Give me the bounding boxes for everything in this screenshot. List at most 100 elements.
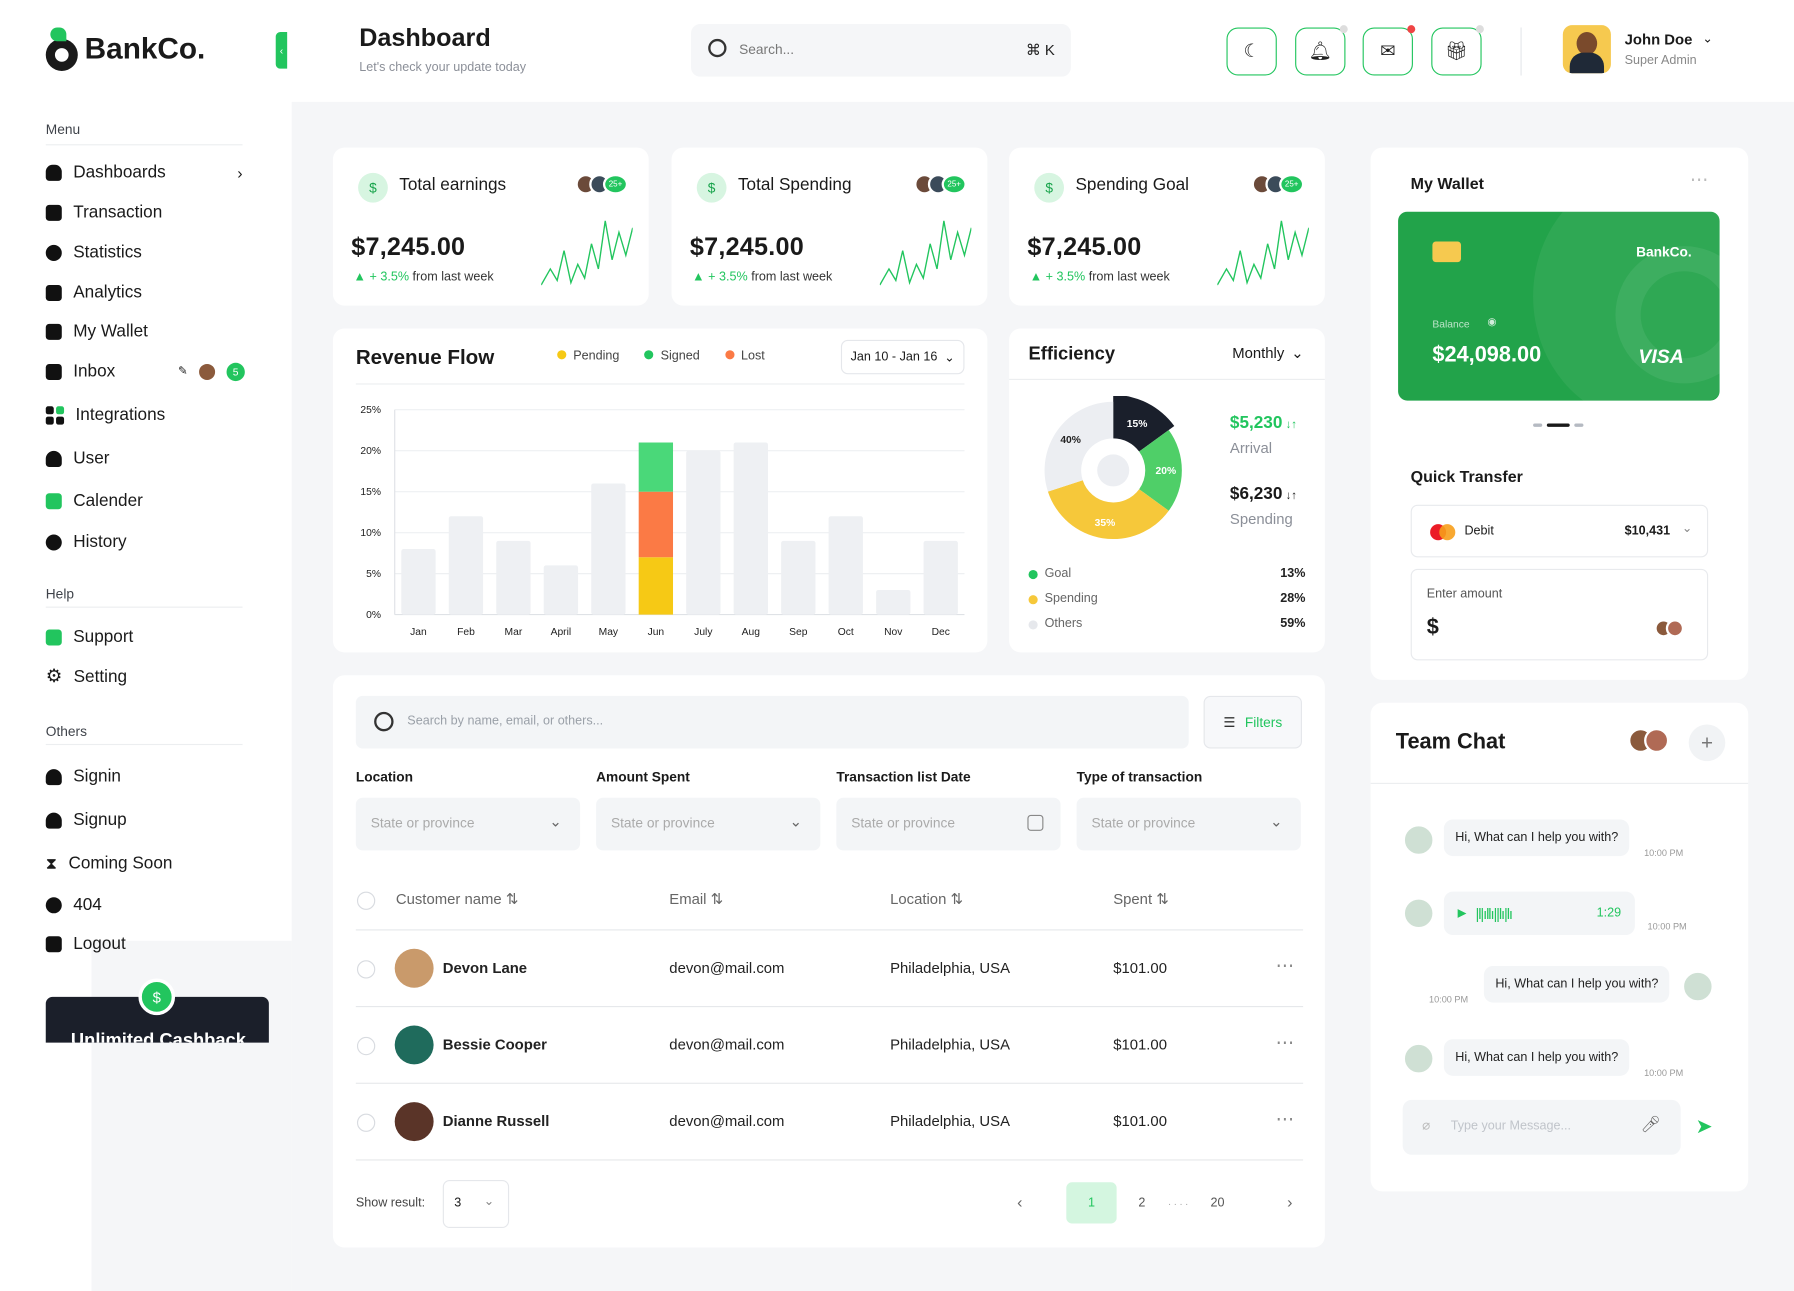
chat-divider	[1370, 782, 1749, 784]
avatar	[394, 948, 434, 988]
customer-name: Devon Lane	[442, 959, 528, 977]
eye-icon[interactable]: ◉	[1487, 316, 1496, 329]
y-tick-label: 10%	[360, 528, 381, 539]
sidebar-item-my-wallet[interactable]: My Wallet	[45, 322, 148, 341]
message-input[interactable]: ⌀ Type your Message... 🎤︎	[1402, 1099, 1681, 1155]
period-select[interactable]: Monthly ⌄	[1232, 344, 1303, 362]
more-icon[interactable]: ⋯	[1276, 1031, 1294, 1054]
row-checkbox[interactable]	[356, 960, 376, 979]
carousel-dots[interactable]	[1533, 423, 1584, 427]
bar-segment-signed	[638, 442, 674, 492]
user-menu[interactable]: John Doe Super Admin ⌄	[1562, 25, 1723, 75]
filter-location-select[interactable]: State or province ⌄	[355, 797, 581, 851]
pencil-icon: ✎	[178, 365, 188, 378]
notifications-button[interactable]: 🔔︎	[1295, 25, 1348, 76]
card-select[interactable]: Debit $10,431 ⌄	[1410, 504, 1709, 558]
filter-type-select[interactable]: State or province ⌄	[1076, 797, 1301, 851]
sidebar-item-inbox[interactable]: Inbox ✎ 5	[45, 362, 245, 381]
prev-page-button[interactable]: ‹	[1017, 1193, 1022, 1211]
stat-card-goal: $ Spending Goal 25+ $7,245.00 ▲ + 3.5% f…	[1009, 147, 1325, 306]
x-tick-label: April	[551, 627, 572, 638]
dark-mode-button[interactable]: ☾	[1226, 27, 1277, 76]
table-search-input[interactable]: Search by name, email, or others...	[355, 695, 1189, 749]
bar	[448, 516, 484, 615]
messages-button[interactable]: ✉	[1362, 25, 1416, 76]
x-tick-label: Jan	[410, 627, 427, 638]
logo-icon	[45, 27, 78, 71]
filter-amount-label: Amount Spent	[596, 769, 690, 786]
sidebar-item-support[interactable]: Support	[45, 627, 133, 647]
notification-dot	[1339, 25, 1348, 34]
send-button[interactable]: ➤	[1696, 1115, 1713, 1139]
page-1-button[interactable]: 1	[1066, 1182, 1117, 1224]
balance-label: Balance	[1432, 318, 1470, 330]
customer-spent: $101.00	[1113, 1035, 1167, 1053]
trend-up-icon: ▲	[692, 270, 705, 284]
sidebar-item-logout[interactable]: Logout	[45, 934, 126, 953]
select-all-checkbox[interactable]	[356, 891, 376, 910]
brand-logo[interactable]: BankCo.	[45, 27, 206, 71]
column-location[interactable]: Location ⇅	[890, 890, 963, 908]
date-range-select[interactable]: Jan 10 - Jan 16 ⌄	[840, 339, 965, 375]
sidebar-item-statistics[interactable]: Statistics	[45, 243, 142, 262]
row-checkbox[interactable]	[356, 1113, 376, 1132]
sidebar-item-setting[interactable]: ⚙ Setting	[46, 667, 127, 686]
sidebar-item-integrations[interactable]: Integrations	[45, 405, 165, 425]
filters-button[interactable]: ☰ Filters	[1203, 695, 1302, 749]
more-icon[interactable]: ⋯	[1690, 168, 1708, 191]
efficiency-donut-chart: 15% 20% 35% 40%	[1044, 395, 1182, 540]
message-time: 10:00 PM	[1428, 994, 1469, 1005]
sparkline	[541, 220, 633, 286]
next-page-button[interactable]: ›	[1287, 1193, 1292, 1211]
column-customer-name[interactable]: Customer name ⇅	[396, 890, 518, 908]
page-subtitle: Let's check your update today	[359, 60, 527, 75]
sidebar-collapse-button[interactable]: ‹	[275, 32, 288, 69]
more-icon[interactable]: ⋯	[1276, 1108, 1294, 1131]
sidebar-item-transaction[interactable]: Transaction	[45, 203, 162, 222]
bank-card[interactable]: BankCo. Balance ◉ $24,098.00 VISA	[1398, 211, 1720, 401]
page-20-button[interactable]: 20	[1210, 1196, 1224, 1210]
amount-input[interactable]: Enter amount $	[1410, 568, 1709, 661]
stat-card-spending: $ Total Spending 25+ $7,245.00 ▲ + 3.5% …	[671, 147, 988, 306]
arrows-icon: ↓↑	[1282, 418, 1298, 432]
page-2-button[interactable]: 2	[1138, 1196, 1145, 1210]
sidebar-item-analytics[interactable]: Analytics	[45, 283, 142, 302]
sidebar-item-user[interactable]: User	[45, 449, 109, 468]
more-icon[interactable]: ⋯	[1276, 955, 1294, 978]
column-email[interactable]: Email ⇅	[669, 890, 723, 908]
column-spent[interactable]: Spent ⇅	[1113, 890, 1169, 908]
sidebar-item-signup[interactable]: Signup	[45, 810, 127, 830]
gear-icon: ⚙	[45, 666, 63, 687]
search-input[interactable]: Search...	[739, 41, 794, 57]
attachment-icon[interactable]: ⌀	[1422, 1117, 1430, 1133]
stat-change: ▲ + 3.5% from last week	[1029, 270, 1170, 284]
search-shortcut: ⌘ K	[1025, 41, 1055, 59]
sidebar-item-calender[interactable]: Calender	[45, 491, 143, 510]
sidebar-item-coming-soon[interactable]: ⧗ Coming Soon	[46, 854, 173, 873]
show-result-select[interactable]: 3 ⌄	[442, 1179, 510, 1229]
search-bar[interactable]: Search... ⌘ K	[691, 24, 1071, 77]
row-checkbox[interactable]	[356, 1036, 376, 1056]
stat-change: ▲ + 3.5% from last week	[353, 270, 494, 284]
inbox-avatar	[199, 363, 216, 380]
sidebar-item-history[interactable]: History	[45, 532, 127, 552]
search-icon	[708, 38, 727, 58]
filter-date-input[interactable]: State or province	[836, 797, 1061, 851]
money-bag-icon: $	[358, 172, 388, 203]
transactions-card: Search by name, email, or others... ☰ Fil…	[332, 675, 1325, 1248]
x-tick-label: Oct	[838, 627, 854, 638]
chat-avatar	[1681, 970, 1714, 1003]
x-tick-label: Dec	[932, 627, 950, 638]
microphone-icon[interactable]: 🎤︎	[1641, 1115, 1661, 1134]
gift-button[interactable]: 🎁︎	[1431, 25, 1484, 76]
user-icon	[45, 768, 62, 785]
sidebar-item-signin[interactable]: Signin	[45, 767, 121, 786]
filter-amount-select[interactable]: State or province ⌄	[596, 797, 821, 851]
voice-message[interactable]: ▶ |l|ıllı||lı|lı 1:29	[1443, 891, 1635, 936]
sidebar-item-dashboards[interactable]: Dashboards ›	[45, 163, 243, 182]
sidebar-item-404[interactable]: 404	[45, 895, 102, 914]
revenue-divider	[355, 383, 965, 385]
calendar-icon	[45, 492, 62, 509]
play-icon[interactable]: ▶	[1458, 907, 1467, 920]
add-member-button[interactable]: +	[1688, 724, 1726, 762]
